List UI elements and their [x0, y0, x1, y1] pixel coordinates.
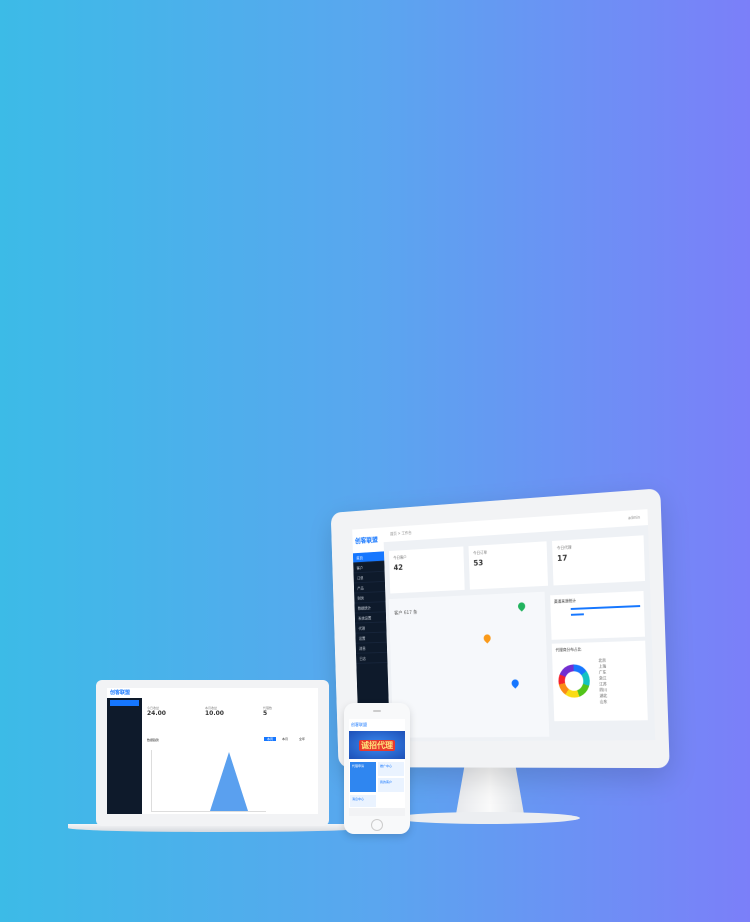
- panel-title: 代理商分布占比: [555, 646, 582, 653]
- logo: 创客联盟: [352, 527, 384, 554]
- stat-card: 今日客户 42: [388, 546, 465, 594]
- tile[interactable]: 我的客户: [378, 778, 404, 792]
- phone-screen: 创客联盟 诚招代理 代理申请 推广中心 我的客户 消息中心: [349, 719, 405, 816]
- tab-bar: [349, 808, 405, 816]
- banner-text: 诚招代理: [359, 740, 395, 751]
- logo: 创客联盟: [351, 722, 367, 727]
- card-title: 今日代理: [556, 544, 572, 551]
- card-value: 42: [393, 563, 403, 573]
- card-title: 今日客户: [393, 554, 407, 561]
- map-pin-icon[interactable]: [482, 632, 493, 644]
- tile[interactable]: 推广中心: [378, 762, 404, 776]
- card-value: 17: [557, 553, 568, 563]
- stat-card: 本月收益 10.00: [205, 706, 261, 732]
- stat-card: 今日代理 17: [552, 535, 646, 586]
- tile[interactable]: 消息中心: [350, 795, 376, 807]
- bar: [571, 613, 585, 616]
- card-value: 10.00: [205, 710, 224, 717]
- card-title: 今日订单: [473, 549, 488, 556]
- legend-item: 山东: [599, 699, 608, 705]
- card-value: 53: [473, 558, 484, 568]
- distribution-panel: 代理商分布占比 北京 上海 广东 浙江 江苏 四川 湖北 山东: [551, 640, 648, 722]
- card-value: 5: [263, 710, 268, 717]
- smartphone: 创客联盟 诚招代理 代理申请 推广中心 我的客户 消息中心: [344, 703, 410, 834]
- stat-card: 今日订单 53: [468, 541, 549, 590]
- sidebar-item[interactable]: 日志: [356, 652, 388, 664]
- map-pin-icon[interactable]: [510, 677, 521, 689]
- stat-card: 今日收益 24.00: [147, 706, 203, 732]
- sidebar: [107, 698, 142, 814]
- card-value: 24.00: [147, 710, 166, 717]
- area-chart: [151, 750, 266, 812]
- promo-banner[interactable]: 诚招代理: [349, 731, 405, 759]
- user-menu[interactable]: admin: [628, 515, 640, 521]
- tab[interactable]: 全年: [299, 737, 305, 741]
- area-peak: [210, 752, 248, 811]
- chart-title: 数据趋势: [147, 738, 160, 742]
- laptop: 创客联盟 今日收益 24.00 本月收益 10.00 代理数 5 数据趋势 本周 本月…: [96, 680, 329, 826]
- breadcrumb-current[interactable]: 工作台: [402, 530, 412, 535]
- source-panel: 渠道来源统计: [550, 590, 646, 640]
- tile[interactable]: 代理申请: [350, 762, 376, 792]
- monitor-stand: [455, 760, 525, 820]
- home-button[interactable]: [371, 819, 383, 831]
- logo: 创客联盟: [110, 690, 131, 696]
- monitor-base: [395, 812, 580, 824]
- china-map[interactable]: 客户 617 条: [388, 591, 550, 738]
- tab[interactable]: 本周: [264, 737, 277, 741]
- bar: [571, 605, 641, 610]
- breadcrumb-home[interactable]: 首页: [390, 531, 397, 536]
- donut-chart: [557, 664, 591, 698]
- panel-title: 渠道来源统计: [553, 598, 577, 604]
- laptop-screen: 创客联盟 今日收益 24.00 本月收益 10.00 代理数 5 数据趋势 本周 本月…: [107, 688, 318, 814]
- stat-card: 代理数 5: [263, 706, 318, 732]
- tab[interactable]: 本月: [282, 737, 288, 741]
